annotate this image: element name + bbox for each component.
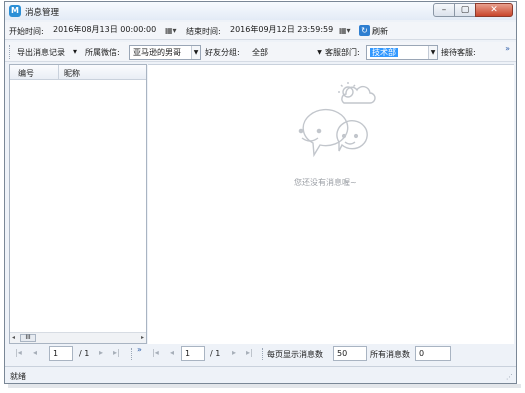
session-list-panel: 编号 昵称 ◂ III ▸ [9, 64, 147, 344]
app-icon: M [9, 5, 21, 17]
friend-group-label: 好友分组: [205, 48, 240, 57]
pager-overflow-icon[interactable]: » [137, 345, 142, 354]
department-value: 技术部 [370, 48, 398, 57]
minimize-button[interactable]: – [433, 3, 455, 17]
page-total: / 1 [79, 349, 90, 358]
chevron-down-icon[interactable]: ▼ [428, 46, 437, 59]
column-header-id[interactable]: 编号 [18, 68, 34, 79]
total-messages-label: 所有消息数 [370, 350, 410, 359]
last-page-icon[interactable]: ▸| [113, 348, 120, 357]
wechat-label: 所属微信: [85, 48, 120, 57]
department-select[interactable]: 技术部 ▼ [366, 45, 438, 60]
date-toolbar: 开始时间: 2016年08月13日 00:00:00 ▦▾ 结束时间: 2016… [5, 22, 516, 40]
empty-state-text: 您还没有消息喔~ [294, 178, 357, 187]
horizontal-scrollbar[interactable]: ◂ III ▸ [10, 332, 146, 343]
scroll-thumb[interactable]: III [20, 334, 36, 342]
first-page-icon[interactable]: |◂ [152, 348, 159, 357]
window-title: 消息管理 [25, 8, 60, 18]
resize-grip-icon[interactable]: ⋰ [506, 373, 513, 381]
window-shadow [8, 384, 521, 388]
column-divider [58, 65, 59, 80]
start-time-field[interactable]: 2016年08月13日 00:00:00 [51, 24, 156, 38]
toolbar-overflow-icon[interactable]: » [505, 44, 510, 53]
scroll-right-icon[interactable]: ▸ [141, 334, 144, 341]
export-messages-button[interactable]: 导出消息记录 [17, 47, 65, 58]
maximize-button[interactable]: ▢ [454, 3, 476, 17]
message-content-panel: 您还没有消息喔~ [148, 64, 514, 344]
status-bar: 就绪 ⋰ [5, 366, 516, 383]
toolbar-grip [9, 45, 10, 59]
refresh-icon[interactable]: ↻ [359, 25, 370, 36]
grid-header: 编号 昵称 [10, 65, 146, 80]
chevron-down-icon[interactable]: ▼ [315, 46, 324, 59]
department-label: 客服部门: [325, 48, 360, 57]
filter-toolbar: 导出消息记录 ▾ 所属微信: 亚马逊的男哥 ▼ 好友分组: 全部 ▼ 客服部门:… [5, 42, 516, 62]
calendar-dropdown-icon[interactable]: ▦▾ [339, 25, 353, 36]
friend-group-value: 全部 [252, 48, 268, 57]
pager-separator [262, 348, 263, 360]
chevron-down-icon[interactable]: ▾ [73, 47, 77, 56]
next-page-icon[interactable]: ▸ [99, 348, 103, 357]
right-pager: |◂ ◂ 1 / 1 ▸ ▸| 每页显示消息数 50 所有消息数 0 [148, 345, 514, 363]
first-page-icon[interactable]: |◂ [15, 348, 22, 357]
chevron-down-icon[interactable]: ▼ [191, 46, 200, 59]
next-page-icon[interactable]: ▸ [232, 348, 236, 357]
friend-group-select[interactable]: 全部 ▼ [248, 45, 325, 60]
last-page-icon[interactable]: ▸| [246, 348, 253, 357]
page-number-input[interactable]: 1 [49, 346, 73, 361]
page-total: / 1 [210, 349, 221, 358]
scroll-left-icon[interactable]: ◂ [12, 334, 15, 341]
page-number-input[interactable]: 1 [181, 346, 205, 361]
end-time-field[interactable]: 2016年09月12日 23:59:59 [228, 24, 333, 38]
left-pager: |◂ ◂ 1 / 1 ▸ ▸| » [11, 345, 147, 363]
empty-chat-illustration [298, 82, 376, 158]
pager-separator [131, 348, 132, 360]
agent-label: 接待客服: [441, 48, 476, 57]
message-manager-window: M 消息管理 – ▢ ✕ 开始时间: 2016年08月13日 00:00:00 … [4, 1, 517, 384]
toolbar-separator [437, 45, 438, 59]
prev-page-icon[interactable]: ◂ [170, 348, 174, 357]
total-messages-value: 0 [415, 346, 451, 361]
per-page-input[interactable]: 50 [333, 346, 367, 361]
wechat-select-value: 亚马逊的男哥 [133, 48, 181, 57]
title-bar: M 消息管理 – ▢ ✕ [5, 2, 516, 20]
end-time-label: 结束时间: [186, 27, 221, 36]
close-button[interactable]: ✕ [475, 3, 513, 17]
column-header-nickname[interactable]: 昵称 [64, 68, 80, 79]
status-text: 就绪 [10, 372, 26, 381]
per-page-label: 每页显示消息数 [267, 350, 323, 359]
prev-page-icon[interactable]: ◂ [33, 348, 37, 357]
refresh-button[interactable]: 刷新 [372, 26, 388, 37]
wechat-select[interactable]: 亚马逊的男哥 ▼ [129, 45, 201, 60]
calendar-dropdown-icon[interactable]: ▦▾ [165, 25, 179, 36]
start-time-label: 开始时间: [9, 27, 44, 36]
